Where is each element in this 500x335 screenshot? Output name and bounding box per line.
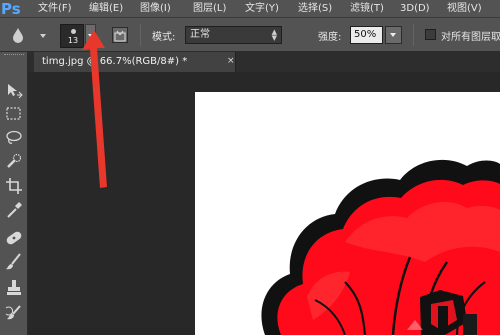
separator: [140, 24, 141, 46]
menu-file[interactable]: 文件(F): [38, 0, 72, 18]
brush-tip-icon: [71, 29, 76, 34]
sample-all-layers-checkbox[interactable]: [425, 29, 436, 40]
move-tool-icon[interactable]: [3, 80, 25, 100]
strength-label: 强度:: [318, 32, 342, 43]
tool-preset-icon[interactable]: [11, 27, 25, 43]
menu-layer[interactable]: 图层(L): [193, 0, 226, 18]
menu-type[interactable]: 文字(Y): [245, 0, 279, 18]
menu-select[interactable]: 选择(S): [298, 0, 332, 18]
flower-image: [261, 159, 500, 335]
close-icon[interactable]: ×: [227, 56, 235, 66]
brush-dropdown-button[interactable]: [85, 24, 96, 48]
brush-preview[interactable]: 13: [60, 24, 84, 48]
document-tab[interactable]: timg.jpg @ 66.7%(RGB/8#) * ×: [34, 52, 236, 72]
tool-preset-dropdown[interactable]: [40, 34, 46, 38]
document-tab-bar: timg.jpg @ 66.7%(RGB/8#) * ×: [28, 52, 500, 72]
mode-select[interactable]: 正常 ▲ ▼: [185, 26, 282, 44]
brush-panel-icon[interactable]: [112, 27, 128, 43]
canvas-workspace[interactable]: [29, 72, 500, 335]
brush-preset-picker[interactable]: 13: [60, 24, 96, 48]
document-canvas[interactable]: [195, 92, 500, 335]
menu-3d[interactable]: 3D(D): [400, 0, 430, 18]
menu-image[interactable]: 图像(I): [140, 0, 171, 18]
document-tab-title: timg.jpg @ 66.7%(RGB/8#) *: [42, 56, 188, 67]
mode-label: 模式:: [152, 32, 176, 43]
menu-filter[interactable]: 滤镜(T): [350, 0, 384, 18]
strength-input[interactable]: 50%: [350, 26, 383, 44]
crop-tool-icon[interactable]: [3, 176, 25, 196]
brush-size-value: 13: [67, 36, 79, 45]
menu-edit[interactable]: 编辑(E): [89, 0, 123, 18]
lasso-tool-icon[interactable]: [3, 128, 25, 148]
mode-value: 正常: [190, 29, 210, 40]
brush-tool-icon[interactable]: [3, 252, 25, 272]
app-logo: Ps: [1, 0, 21, 18]
menu-bar: Ps 文件(F) 编辑(E) 图像(I) 图层(L) 文字(Y) 选择(S) 滤…: [0, 0, 500, 18]
panel-grip[interactable]: [4, 54, 24, 58]
separator: [413, 24, 414, 46]
marquee-tool-icon[interactable]: [3, 104, 25, 124]
options-bar: 13 模式: 正常 ▲ ▼ 强度: 50% 对所有图层取: [0, 18, 500, 52]
sample-all-layers-label: 对所有图层取: [441, 32, 500, 43]
menu-view[interactable]: 视图(V): [447, 0, 482, 18]
strength-dropdown-button[interactable]: [385, 26, 402, 44]
clone-stamp-icon[interactable]: [3, 278, 25, 298]
eyedropper-icon[interactable]: [3, 200, 25, 220]
quick-selection-icon[interactable]: [3, 152, 25, 172]
history-brush-icon[interactable]: [3, 304, 25, 324]
healing-brush-icon[interactable]: [3, 228, 25, 248]
tools-panel: [0, 52, 28, 335]
select-arrows-icon: ▲ ▼: [271, 28, 277, 42]
